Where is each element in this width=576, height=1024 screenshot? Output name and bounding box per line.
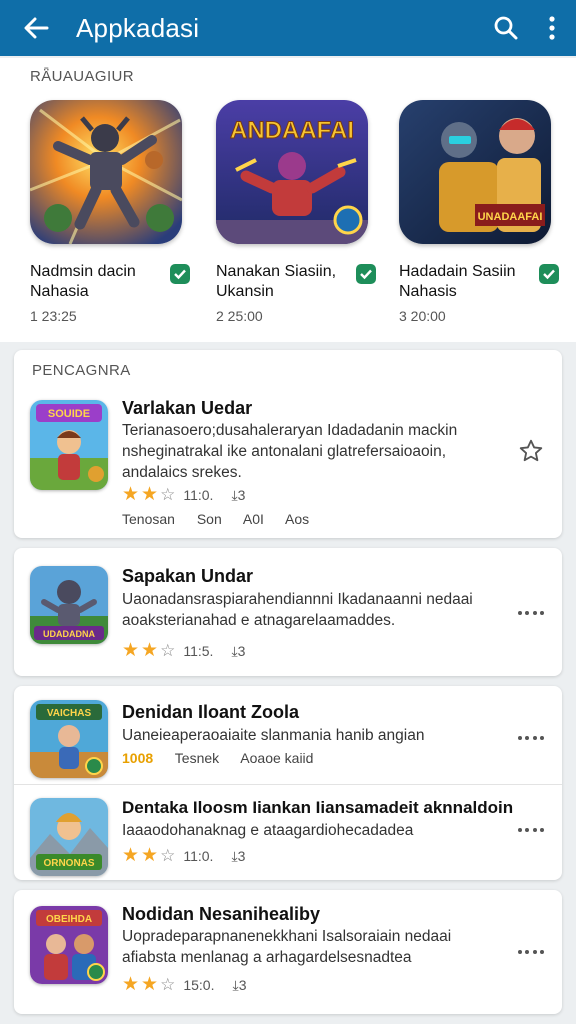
- app-rating: ★ ★ ☆ 11:5. ⤓3: [122, 641, 245, 661]
- star-filled-icon: ★: [122, 484, 140, 505]
- back-arrow-icon[interactable]: [18, 10, 54, 46]
- icon-logo-text: ANDAAFAI: [230, 117, 354, 144]
- tag: Tenosan: [122, 511, 175, 527]
- rating-value: 11:0.: [183, 487, 214, 503]
- game-icon-robot[interactable]: ANDAAFAI: [216, 100, 368, 244]
- app-list-card: UDADADNA Sapakan Undar Uaonadansraspiara…: [14, 548, 562, 676]
- star-filled-icon: ★: [141, 484, 159, 505]
- game-icon-soldier[interactable]: UNADAAFAI: [399, 100, 551, 244]
- download-count: ⤓3: [231, 847, 246, 864]
- more-options-icon[interactable]: [518, 942, 544, 962]
- featured-app-number: 1 23:25: [30, 308, 77, 324]
- rating-value: 11:5.: [183, 643, 214, 659]
- app-description: Iaaaodohanaknag e ataagardiohecadadea: [122, 822, 414, 839]
- more-options-icon[interactable]: [518, 820, 544, 840]
- app-title: Sapakan Undar: [122, 566, 254, 586]
- featured-app-number: 2 25:00: [216, 308, 263, 324]
- app-title: Denidan Iloant Zoola: [122, 702, 300, 722]
- star-filled-icon: ★: [122, 845, 140, 866]
- app-bar: Appkadasi: [0, 0, 576, 56]
- list-item[interactable]: UDADADNA Sapakan Undar Uaonadansraspiara…: [14, 548, 562, 676]
- game-icon-warrior[interactable]: [30, 100, 182, 244]
- tag: Aoaoe kaiid: [240, 750, 314, 766]
- game-icon-adventure[interactable]: SOUIDE: [30, 400, 108, 490]
- tag: Tesnek: [174, 750, 220, 766]
- icon-logo-text: OBEIHDA: [46, 914, 92, 925]
- more-options-icon[interactable]: [518, 603, 544, 623]
- list-item[interactable]: VAICHAS Denidan Iloant Zoola Uaneieapera…: [14, 686, 562, 784]
- featured-app-card[interactable]: Nadmsin dacin Nahasia 1 23:25: [30, 100, 190, 324]
- app-rating: ★ ★ ☆ 11:0. ⤓3: [122, 485, 245, 505]
- app-description: Uaneieaperaoaiaite slanmania hanib angia…: [122, 727, 425, 744]
- featured-app-name: Hadadain Sasiin Nahasis: [399, 263, 516, 300]
- search-icon[interactable]: [486, 8, 526, 48]
- game-icon-fighter[interactable]: OBEIHDA: [30, 906, 108, 984]
- rating-value: 11:0.: [183, 848, 214, 864]
- featured-app-card[interactable]: UNADAAFAI Hadadain Sasiin Nahasis 3 20:0…: [399, 100, 559, 324]
- featured-app-number: 3 20:00: [399, 308, 446, 324]
- star-filled-icon: ★: [122, 640, 140, 661]
- featured-app-card[interactable]: ANDAAFAI Nanakan Siasiin, Ukansin 2 25:0…: [216, 100, 376, 324]
- star-empty-icon: ☆: [160, 846, 176, 865]
- more-options-icon[interactable]: [518, 728, 544, 748]
- star-empty-icon: ☆: [160, 641, 176, 660]
- star-empty-icon: ☆: [160, 485, 176, 504]
- check-icon: [356, 264, 376, 284]
- list-item[interactable]: OBEIHDA Nodidan Nesanihealiby Uopradepar…: [14, 890, 562, 1014]
- list-item[interactable]: ORNONAS Dentaka Iloosm Iiankan Iiansamad…: [14, 784, 562, 880]
- featured-section: RǞUAUAGIUR Nadmsin dacin Nahasia 1 23:25: [0, 58, 576, 342]
- game-icon-mage[interactable]: ORNONAS: [30, 798, 108, 876]
- star-filled-icon: ★: [141, 845, 159, 866]
- star-empty-icon: ☆: [160, 975, 176, 994]
- featured-app-name: Nanakan Siasiin, Ukansin: [216, 263, 337, 300]
- check-icon: [170, 264, 190, 284]
- app-description: Uaonadansraspiarahendiannni Ikadanaanni …: [122, 591, 473, 629]
- tag: Son: [196, 511, 222, 527]
- app-title: Appkadasi: [76, 12, 200, 43]
- tag: Aos: [285, 511, 310, 527]
- overflow-menu-icon[interactable]: [540, 8, 564, 48]
- icon-logo-text: VAICHAS: [47, 708, 92, 719]
- app-list-card: OBEIHDA Nodidan Nesanihealiby Uopradepar…: [14, 890, 562, 1014]
- app-description: Uopradeparapnanenekkhani Isalsoraiain ne…: [122, 928, 452, 966]
- icon-logo-text: UDADADNA: [43, 629, 95, 639]
- list-item[interactable]: SOUIDE Varlakan Uedar Terianasoero;dusah…: [14, 394, 562, 534]
- icon-logo-text: ORNONAS: [43, 858, 94, 869]
- app-tags: Tenosan Son A0I Aos: [122, 511, 327, 527]
- download-count: ⤓3: [231, 642, 246, 659]
- featured-app-name: Nadmsin dacin Nahasia: [30, 263, 136, 300]
- rank-badge: 1008: [122, 750, 154, 766]
- app-rating: ★ ★ ☆ 15:0. ⤓3: [122, 975, 246, 995]
- game-icon-hero[interactable]: VAICHAS: [30, 700, 108, 778]
- star-filled-icon: ★: [122, 974, 140, 995]
- star-filled-icon: ★: [141, 974, 159, 995]
- app-list-card: PENCAGNRA SOUIDE Varlakan Uedar Terianas…: [14, 350, 562, 538]
- app-title: Nodidan Nesanihealiby: [122, 904, 321, 924]
- app-tags: 1008 Tesnek Aoaoe kaiid: [122, 750, 331, 766]
- app-rating: ★ ★ ☆ 11:0. ⤓3: [122, 846, 245, 866]
- download-count: ⤓3: [232, 976, 247, 993]
- app-description: Terianasoero;dusahaleraryan Idadadanin m…: [122, 422, 458, 481]
- rating-value: 15:0.: [183, 977, 215, 993]
- icon-logo-text: UNADAAFAI: [478, 211, 543, 223]
- game-icon-knight[interactable]: UDADADNA: [30, 566, 108, 644]
- check-icon: [539, 264, 559, 284]
- star-filled-icon: ★: [141, 640, 159, 661]
- icon-logo-text: SOUIDE: [48, 408, 90, 420]
- app-title: Varlakan Uedar: [122, 398, 253, 418]
- featured-label: RǞUAUAGIUR: [30, 68, 135, 85]
- app-title: Dentaka Iloosm Iiankan Iiansamadeit aknn…: [122, 798, 514, 817]
- download-count: ⤓3: [231, 486, 246, 503]
- list-section-label: PENCAGNRA: [32, 362, 131, 379]
- tag: A0I: [242, 511, 264, 527]
- app-list-card: VAICHAS Denidan Iloant Zoola Uaneieapera…: [14, 686, 562, 880]
- favorite-star-icon[interactable]: [518, 438, 544, 464]
